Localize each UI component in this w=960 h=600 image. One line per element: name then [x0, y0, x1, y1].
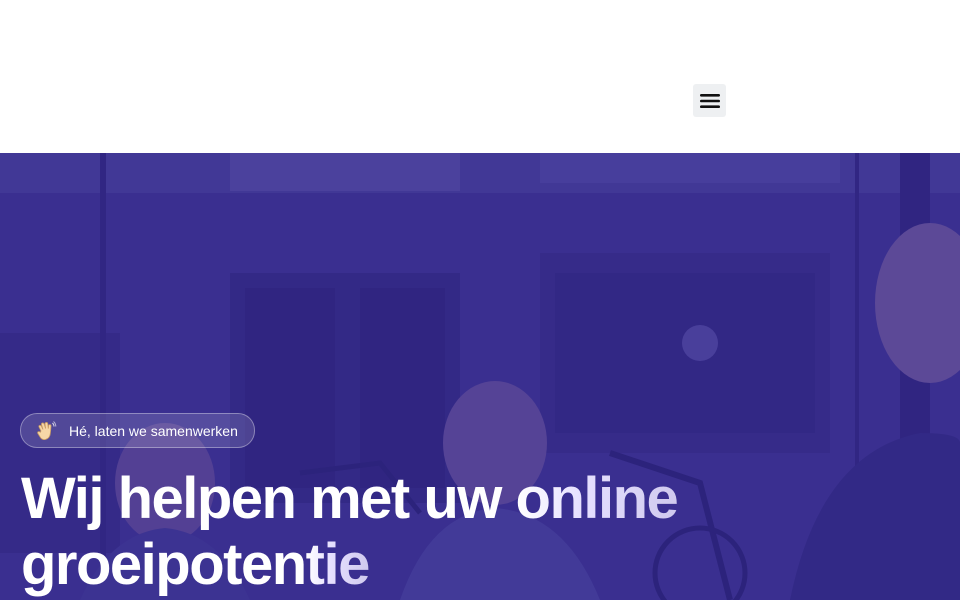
hero-headline: Wij helpen met uw online groeipotentie [21, 466, 721, 598]
hamburger-menu-icon [699, 93, 720, 108]
headline-text-highlight: tie [305, 532, 371, 597]
headline-text-part: Wij helpen met uw [21, 466, 516, 531]
site-header [0, 0, 960, 153]
headline-text-highlight: online [515, 466, 679, 531]
waving-hand-icon [37, 420, 57, 440]
greeting-badge: Hé, laten we samenwerken [20, 413, 255, 448]
headline-text-part: groeipoten [21, 532, 307, 597]
menu-toggle-button[interactable] [693, 84, 726, 117]
greeting-text: Hé, laten we samenwerken [69, 422, 238, 439]
